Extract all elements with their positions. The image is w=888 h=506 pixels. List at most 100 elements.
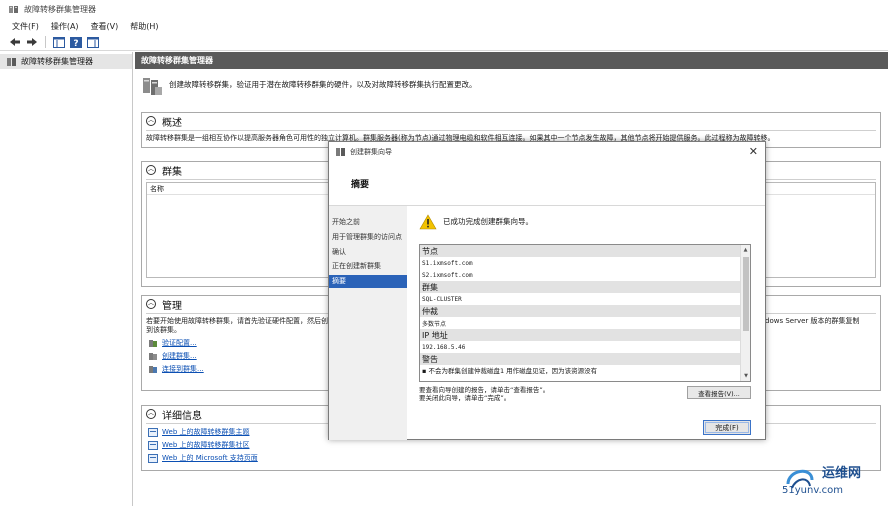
help-icon: ? [70,36,82,48]
console-tree: 故障转移群集管理器 [0,52,133,506]
intro-text: 创建故障转移群集，验证用于潜在故障转移群集的硬件，以及对故障转移群集执行配置更改… [169,80,477,89]
report-instructions: 要查看向导创建的报告，请单击“查看报告”。 要关闭此向导，请单击“完成”。 [419,386,679,402]
collapse-manage-button[interactable]: ︿ [146,299,156,309]
step-summary[interactable]: 摘要 [329,275,407,288]
toolbar-separator [45,36,46,48]
link-label[interactable]: 创建群集... [162,351,197,361]
web-support-link[interactable]: Web 上的 Microsoft 支持页面 [148,453,876,463]
details-title: 详细信息 [162,410,202,422]
summary-group-header: IP 地址 [420,329,740,341]
cluster-manager-icon [7,57,16,66]
finish-button[interactable]: 完成(F) [703,420,751,435]
close-icon[interactable]: ✕ [749,145,758,158]
manage-text-right: dows Server 版本的群集复制 [765,316,860,325]
chevron-up-icon: ︿ [147,166,154,173]
wizard-icon [336,148,345,156]
dialog-page-title: 摘要 [351,180,370,190]
tree-item-label: 故障转移群集管理器 [21,57,93,66]
link-label[interactable]: 连接到群集... [162,364,204,374]
window-title: 故障转移群集管理器 [24,4,96,14]
show-hide-tree-button[interactable] [52,36,66,49]
console-tree-icon [53,36,65,48]
toolbar: ? [0,34,888,51]
dialog-header: 摘要 [329,162,765,205]
summary-line: S1.ixmsoft.com [422,259,473,267]
help-button[interactable]: ? [69,36,83,49]
summary-group-header: 仲裁 [420,305,740,317]
menu-view[interactable]: 查看(V) [91,21,119,32]
dialog-title: 创建群集向导 [350,148,392,156]
watermark-en-text: 51yunv.com [782,485,843,496]
dialog-title-bar: 创建群集向导 ✕ [329,142,765,162]
summary-scrollbar[interactable]: ▲ ▼ [740,245,750,381]
collapse-clusters-button[interactable]: ︿ [146,165,156,175]
summary-warning-line: ▪ 不会为群集创建仲裁磁盘1 用作磁盘见证，因为该资源没有 [420,365,740,375]
summary-line: 多数节点 [422,320,447,328]
divider [146,130,876,131]
title-bar: 故障转移群集管理器 [0,0,888,18]
main-header: 故障转移群集管理器 [135,52,888,69]
overview-header: ︿ 概述 [142,113,880,129]
report-instruction-line: 要查看向导创建的报告，请单击“查看报告”。 [419,386,550,394]
step-confirmation[interactable]: 确认 [329,246,407,259]
link-label[interactable]: 验证配置... [162,338,197,348]
menu-file[interactable]: 文件(F) [12,21,39,32]
show-hide-action-pane-button[interactable] [86,36,100,49]
step-before-you-begin[interactable]: 开始之前 [329,216,407,229]
result-message-row: 已成功完成创建群集向导。 [419,214,533,230]
chevron-up-icon: ︿ [147,410,154,417]
dialog-body: 开始之前 用于管理群集的访问点 确认 正在创建新群集 摘要 已成功完成创建群集向… [329,205,765,440]
web-community-link[interactable]: Web 上的故障转移群集社区 [148,440,876,450]
scroll-down-icon[interactable]: ▼ [741,371,750,381]
view-report-button[interactable]: 查看报告(V)... [687,386,751,399]
menu-action[interactable]: 操作(A) [51,21,79,32]
intro: 创建故障转移群集，验证用于潜在故障转移群集的硬件，以及对故障转移群集执行配置更改… [141,75,871,101]
step-creating-cluster[interactable]: 正在创建新群集 [329,260,407,273]
wizard-content: 已成功完成创建群集向导。 节点 S1.ixmsoft.com S2.ixmsoft.… [417,206,757,440]
action-pane-icon [87,36,99,48]
watermark-cn-text: 运维网 [822,466,862,481]
connect-cluster-icon [149,365,157,373]
summary-group-header: 节点 [420,245,740,257]
cluster-servers-icon [143,78,162,95]
arrow-left-icon [10,38,20,46]
web-link-icon [148,427,158,437]
svg-text:?: ? [73,39,78,48]
forward-button[interactable] [25,36,39,49]
menu-bar: 文件(F) 操作(A) 查看(V) 帮助(H) [0,18,888,34]
summary-line: SQL-CLUSTER [422,295,462,303]
clusters-title: 群集 [162,166,182,178]
link-label[interactable]: Web 上的 Microsoft 支持页面 [162,453,258,463]
link-label[interactable]: Web 上的故障转移群集社区 [162,440,250,450]
validate-icon [149,339,157,347]
chevron-up-icon: ︿ [147,300,154,307]
link-label[interactable]: Web 上的故障转移群集主题 [162,427,250,437]
summary-group-header: 警告 [420,353,740,365]
web-link-icon [148,440,158,450]
warning-icon [419,214,437,230]
back-button[interactable] [8,36,22,49]
close-instruction-line: 要关闭此向导，请单击“完成”。 [419,394,511,402]
summary-line: S2.ixmsoft.com [422,271,473,279]
tree-item-cluster-manager[interactable]: 故障转移群集管理器 [0,54,132,69]
scroll-up-icon[interactable]: ▲ [741,245,750,255]
create-cluster-icon [149,352,157,360]
chevron-up-icon: ︿ [147,117,154,124]
manage-title: 管理 [162,300,182,312]
summary-content: 节点 S1.ixmsoft.com S2.ixmsoft.com 群集 SQL-CLUS… [420,245,740,375]
collapse-overview-button[interactable]: ︿ [146,116,156,126]
web-link-icon [148,453,158,463]
cluster-manager-icon [9,5,18,13]
result-message: 已成功完成创建群集向导。 [443,217,533,226]
step-access-point[interactable]: 用于管理群集的访问点 [329,231,407,244]
create-cluster-wizard-dialog: 创建群集向导 ✕ 摘要 开始之前 用于管理群集的访问点 确认 正在创建新群集 摘… [328,141,766,440]
summary-report[interactable]: 节点 S1.ixmsoft.com S2.ixmsoft.com 群集 SQL-CLUS… [419,244,751,382]
scroll-thumb[interactable] [743,257,749,331]
overview-title: 概述 [162,117,182,129]
menu-help[interactable]: 帮助(H) [130,21,158,32]
summary-group-header: 群集 [420,281,740,293]
collapse-details-button[interactable]: ︿ [146,409,156,419]
summary-line: 192.168.5.46 [422,343,466,351]
watermark: 运维网 51yunv.com [782,456,886,500]
arrow-right-icon [27,38,37,46]
